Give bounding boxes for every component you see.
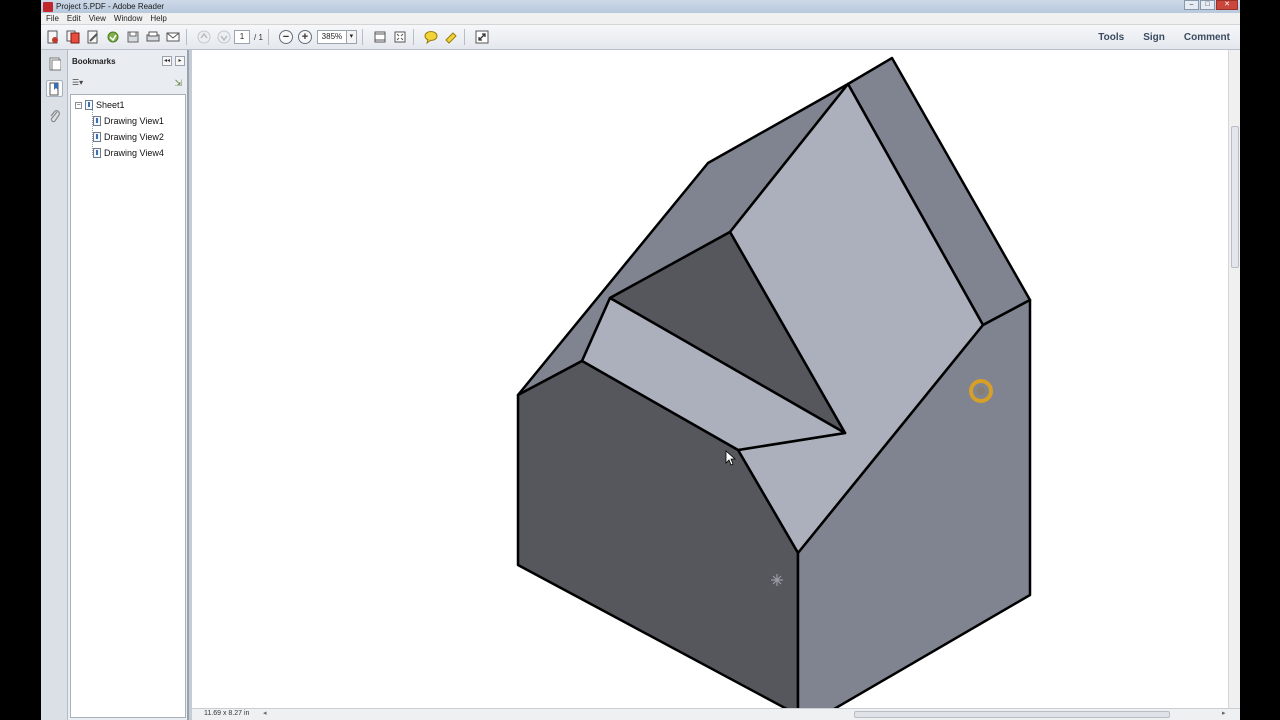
menu-edit[interactable]: Edit xyxy=(67,14,81,23)
bookmark-icon xyxy=(93,148,101,158)
menu-view[interactable]: View xyxy=(89,14,106,23)
options-menu-icon[interactable]: ☰▾ xyxy=(72,78,83,87)
highlight-icon[interactable] xyxy=(443,29,459,45)
window-controls: – □ ✕ xyxy=(1183,0,1238,12)
bookmark-icon xyxy=(93,116,101,126)
zoom-in-button[interactable]: + xyxy=(297,30,312,44)
minimize-button[interactable]: – xyxy=(1184,0,1199,10)
read-mode-icon[interactable] xyxy=(474,29,490,45)
bookmarks-header-buttons: ◂◂ ▸ xyxy=(159,56,185,66)
toolbar-separator xyxy=(186,29,187,45)
close-button[interactable]: ✕ xyxy=(1216,0,1238,10)
toolbar-separator xyxy=(267,29,269,45)
create-pdf-icon[interactable] xyxy=(45,29,61,45)
adobe-reader-window: Project 5.PDF - Adobe Reader – □ ✕ File … xyxy=(41,0,1240,720)
zoom-out-button[interactable]: − xyxy=(278,30,293,44)
title-bar: Project 5.PDF - Adobe Reader – □ ✕ xyxy=(41,0,1240,13)
print-icon[interactable] xyxy=(145,29,161,45)
bookmark-tree: − Sheet1 Drawing View1 Drawing View2 Dra… xyxy=(70,94,186,718)
document-view[interactable] xyxy=(192,50,1228,708)
zoom-level-input[interactable]: 385% xyxy=(316,30,347,44)
bookmark-label: Drawing View4 xyxy=(104,148,164,158)
main-toolbar: 1 / 1 − + 385% ▾ Tools Sign Comment xyxy=(41,25,1240,50)
vertical-scroll-thumb[interactable] xyxy=(1231,126,1239,268)
collapse-panel-button[interactable]: ◂◂ xyxy=(162,56,172,66)
task-pane-links: Tools Sign Comment xyxy=(1079,25,1230,50)
scroll-right-arrow-icon[interactable]: ▸ xyxy=(1222,709,1226,717)
page-thumbnails-icon[interactable] xyxy=(46,55,63,72)
navigation-strip xyxy=(41,50,68,720)
toolbar-separator xyxy=(361,29,363,45)
bookmarks-header: Bookmarks ◂◂ ▸ xyxy=(68,50,187,72)
save-icon[interactable] xyxy=(125,29,141,45)
panel-arrow-button[interactable]: ▸ xyxy=(175,56,185,66)
toolbar-separator xyxy=(412,29,414,45)
email-icon[interactable] xyxy=(165,29,181,45)
scroll-left-arrow-icon[interactable]: ◂ xyxy=(263,709,267,717)
sign-link[interactable]: Sign xyxy=(1143,32,1165,43)
isometric-drawing xyxy=(516,56,1032,708)
bookmarks-title: Bookmarks xyxy=(72,56,116,66)
tools-link[interactable]: Tools xyxy=(1098,32,1124,43)
bookmark-label: Drawing View1 xyxy=(104,116,164,126)
fit-page-icon[interactable] xyxy=(372,29,388,45)
maximize-button[interactable]: □ xyxy=(1200,0,1215,10)
menu-file[interactable]: File xyxy=(46,14,59,23)
toolbar-separator xyxy=(463,29,465,45)
bookmark-drawing-view1[interactable]: Drawing View1 xyxy=(93,114,164,128)
bookmark-icon xyxy=(93,132,101,142)
prev-page-icon[interactable] xyxy=(196,29,212,45)
edit-icon[interactable] xyxy=(85,29,101,45)
status-bar: 11.69 x 8.27 in ◂ ▸ xyxy=(192,708,1240,720)
menu-window[interactable]: Window xyxy=(114,14,142,23)
page-total-label: / 1 xyxy=(254,32,263,42)
window-title: Project 5.PDF - Adobe Reader xyxy=(56,2,165,11)
combine-icon[interactable] xyxy=(65,29,81,45)
collapse-toggle-icon[interactable]: − xyxy=(75,101,82,109)
adobe-reader-icon xyxy=(43,1,53,12)
new-bookmark-icon[interactable]: ⇲ xyxy=(174,78,182,89)
attachments-icon[interactable] xyxy=(46,107,63,124)
bookmark-icon xyxy=(85,100,93,110)
next-page-icon[interactable] xyxy=(216,29,232,45)
menu-help[interactable]: Help xyxy=(150,14,166,23)
menu-bar: File Edit View Window Help xyxy=(41,13,1240,25)
bookmarks-icon[interactable] xyxy=(46,80,63,97)
page-number-input[interactable]: 1 xyxy=(234,30,250,44)
zoom-dropdown-button[interactable]: ▾ xyxy=(346,30,357,44)
bookmark-drawing-view4[interactable]: Drawing View4 xyxy=(93,146,164,160)
bookmark-label: Drawing View2 xyxy=(104,132,164,142)
bookmarks-toolbar: ☰▾ ⇲ xyxy=(68,76,187,90)
horizontal-scroll-thumb[interactable] xyxy=(854,711,1170,718)
page-size-label: 11.69 x 8.27 in xyxy=(204,710,250,717)
cloud-icon[interactable] xyxy=(105,29,121,45)
bookmark-sheet1[interactable]: − Sheet1 xyxy=(75,98,125,112)
full-screen-icon[interactable] xyxy=(392,29,408,45)
bookmarks-panel: Bookmarks ◂◂ ▸ ☰▾ ⇲ − Sheet1 Drawing Vie… xyxy=(68,50,188,720)
comment-link[interactable]: Comment xyxy=(1184,32,1230,43)
bookmark-label: Sheet1 xyxy=(96,100,125,110)
bookmark-drawing-view2[interactable]: Drawing View2 xyxy=(93,130,164,144)
comment-icon[interactable] xyxy=(423,29,439,45)
vertical-scrollbar[interactable] xyxy=(1228,50,1240,708)
